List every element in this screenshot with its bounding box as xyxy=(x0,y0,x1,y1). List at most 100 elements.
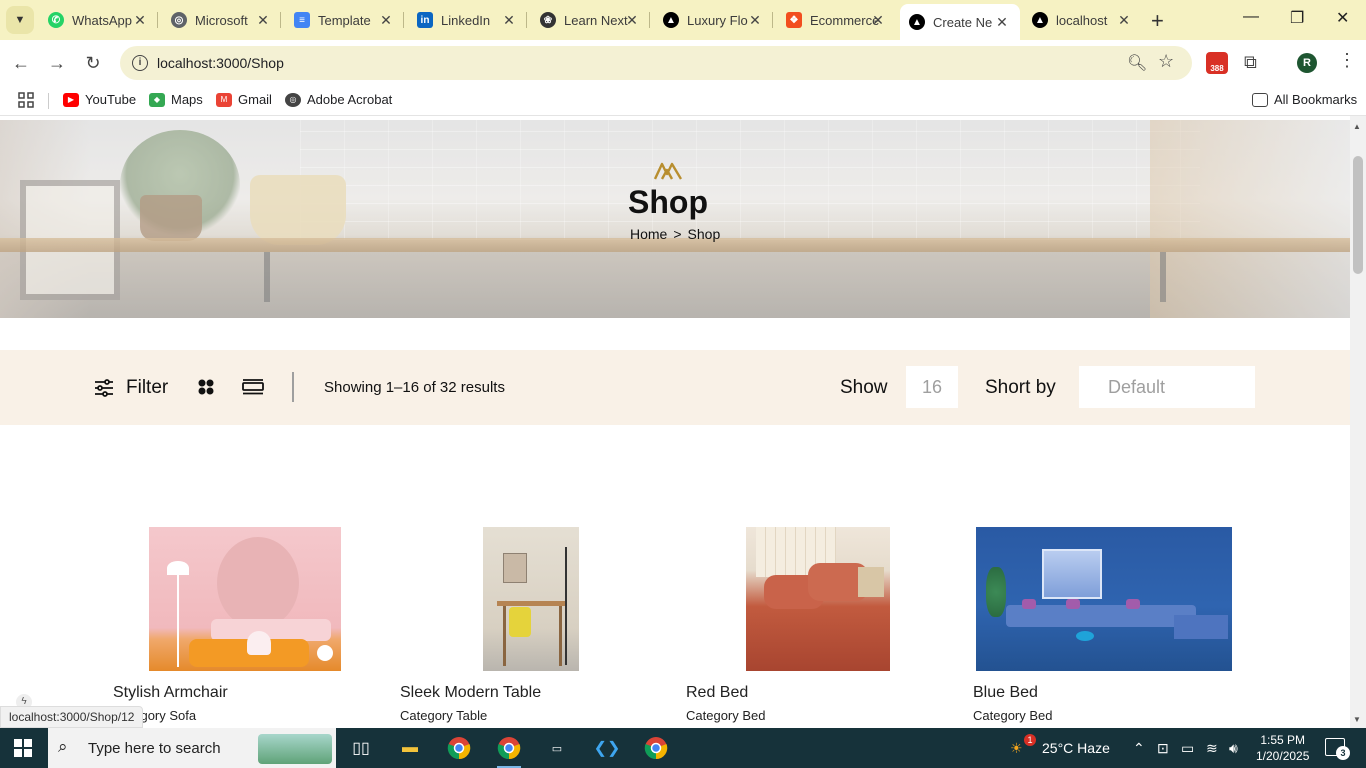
tab-luxury-flo[interactable]: ▲ Luxury Flo ✕ xyxy=(663,6,763,34)
page-scrollbar[interactable]: ▲ ▼ xyxy=(1350,116,1366,728)
volume-icon[interactable]: 🔊︎ xyxy=(1229,740,1238,757)
close-tab-icon[interactable]: ✕ xyxy=(747,12,763,28)
lamp-stand-shape xyxy=(177,575,179,667)
tab-ecommerce[interactable]: ❖ Ecommerce ✕ xyxy=(786,6,886,34)
chrome-profile-logo-svg xyxy=(497,737,521,760)
battery-icon[interactable]: ▭ xyxy=(1181,740,1194,757)
close-window-icon[interactable]: ✕ xyxy=(1336,8,1349,28)
terminal-icon[interactable]: ▭ xyxy=(543,734,571,762)
tab-whatsapp[interactable]: ✆ WhatsApp ✕ xyxy=(48,6,148,34)
close-tab-icon[interactable]: ✕ xyxy=(501,12,517,28)
tab-separator xyxy=(280,12,281,28)
close-tab-icon[interactable]: ✕ xyxy=(870,12,886,28)
bookmark-gmail[interactable]: M Gmail xyxy=(216,92,272,107)
bookmark-youtube[interactable]: ▶ YouTube xyxy=(63,92,136,107)
wifi-icon[interactable]: ≋ xyxy=(1206,740,1218,757)
close-tab-icon[interactable]: ✕ xyxy=(624,12,640,28)
back-arrow-icon[interactable]: ← xyxy=(8,50,34,76)
site-info-icon[interactable]: i xyxy=(132,55,148,71)
bookmark-star-icon[interactable]: ☆ xyxy=(1158,51,1174,72)
minimize-icon[interactable]: — xyxy=(1243,8,1259,26)
bookmark-adobe-acrobat[interactable]: ◎ Adobe Acrobat xyxy=(285,92,392,107)
cushion-shape xyxy=(1126,599,1140,609)
youtube-icon: ▶ xyxy=(63,92,79,107)
tab-create-next-active[interactable]: ▲ Create Ne ✕ xyxy=(900,4,1020,40)
taskbar-clock[interactable]: 1:55 PM 1/20/2025 xyxy=(1256,732,1309,764)
scroll-down-arrow-icon[interactable]: ▼ xyxy=(1353,715,1361,724)
product-name[interactable]: Blue Bed xyxy=(973,684,1038,702)
close-tab-icon[interactable]: ✕ xyxy=(132,12,148,28)
breadcrumb-home[interactable]: Home xyxy=(630,226,667,242)
tab-localhost[interactable]: ▲ localhost ✕ xyxy=(1032,6,1132,34)
vscode-icon[interactable]: ❮❯ xyxy=(593,734,621,762)
chrome-icon[interactable] xyxy=(445,734,473,762)
list-view-icon[interactable] xyxy=(242,379,264,395)
scroll-up-arrow-icon[interactable]: ▲ xyxy=(1353,122,1361,131)
filter-bar: Filter Showing 1–16 of 32 results Show S… xyxy=(0,350,1350,425)
taskbar-search-box[interactable]: ⌕ Type here to search xyxy=(48,728,336,768)
desk-leg-shape xyxy=(503,606,506,666)
grid-view-icon[interactable] xyxy=(198,379,214,395)
address-bar[interactable]: i localhost:3000/Shop 🔍︎ ☆ xyxy=(120,46,1192,80)
vercel-icon: ▲ xyxy=(663,12,679,28)
product-name[interactable]: Sleek Modern Table xyxy=(400,684,541,702)
profile-avatar[interactable]: R xyxy=(1297,53,1317,73)
product-category: Category Bed xyxy=(973,708,1053,723)
cushion-shape xyxy=(1066,599,1080,609)
close-tab-icon[interactable]: ✕ xyxy=(994,14,1010,30)
filter-divider xyxy=(292,372,294,402)
close-tab-icon[interactable]: ✕ xyxy=(378,12,394,28)
product-category: Category Table xyxy=(400,708,488,723)
new-tab-plus-icon[interactable]: + xyxy=(1151,8,1164,34)
meet-now-icon[interactable]: ⊡ xyxy=(1157,740,1169,757)
product-image[interactable] xyxy=(149,527,341,671)
cabinet-shape xyxy=(1174,615,1228,639)
weather-text[interactable]: 25°C Haze xyxy=(1042,740,1110,756)
tab-separator xyxy=(403,12,404,28)
zoom-magnifier-icon[interactable]: 🔍︎ xyxy=(1127,53,1147,73)
page-title: Shop xyxy=(628,184,708,220)
taskbar-search-placeholder: Type here to search xyxy=(88,740,221,757)
extensions-puzzle-icon[interactable]: ⧉ xyxy=(1244,52,1257,73)
windows-start-icon[interactable] xyxy=(14,739,32,757)
task-view-icon[interactable]: ▯▯ xyxy=(347,734,375,762)
reload-icon[interactable]: ↻ xyxy=(80,50,106,76)
ball-shape xyxy=(317,645,333,661)
forward-arrow-icon[interactable]: → xyxy=(44,50,70,76)
product-name[interactable]: Stylish Armchair xyxy=(113,684,228,702)
weather-icon[interactable]: ☀ xyxy=(1010,740,1023,757)
close-tab-icon[interactable]: ✕ xyxy=(1116,12,1132,28)
globe-icon: ◎ xyxy=(285,92,301,107)
restore-icon[interactable]: ❐ xyxy=(1290,8,1304,28)
armchair-arch-shape xyxy=(217,537,299,629)
all-bookmarks[interactable]: All Bookmarks xyxy=(1252,92,1357,107)
whatsapp-icon: ✆ xyxy=(48,12,64,28)
tab-learn-next[interactable]: ❀ Learn Next ✕ xyxy=(540,6,640,34)
close-tab-icon[interactable]: ✕ xyxy=(255,12,271,28)
scroll-thumb[interactable] xyxy=(1353,156,1363,274)
tab-search-button[interactable]: ▼ xyxy=(6,6,34,34)
bookmark-maps[interactable]: ◆ Maps xyxy=(149,92,203,107)
tab-template[interactable]: ≡ Template ✕ xyxy=(294,6,394,34)
sort-select[interactable]: Default xyxy=(1079,366,1255,408)
stool-shape xyxy=(247,631,271,655)
apps-grid-icon[interactable] xyxy=(18,92,34,108)
chrome-alt-icon[interactable] xyxy=(642,734,670,762)
product-name[interactable]: Red Bed xyxy=(686,684,748,702)
file-explorer-icon[interactable]: ▬ xyxy=(396,734,424,762)
url-text[interactable]: localhost:3000/Shop xyxy=(157,55,284,71)
tab-linkedin[interactable]: in LinkedIn ✕ xyxy=(417,6,517,34)
filter-sliders-icon[interactable] xyxy=(94,379,114,397)
product-image[interactable] xyxy=(746,527,890,671)
product-image[interactable] xyxy=(483,527,579,671)
filter-button[interactable]: Filter xyxy=(126,377,168,399)
extension-badge-icon[interactable]: 388 xyxy=(1206,52,1228,74)
show-count-input[interactable] xyxy=(906,366,958,408)
product-image[interactable] xyxy=(976,527,1232,671)
chrome-profile-icon[interactable] xyxy=(495,734,523,768)
tab-microsoft[interactable]: ◎ Microsoft ✕ xyxy=(171,6,271,34)
results-count: Showing 1–16 of 32 results xyxy=(324,379,505,396)
chevron-up-icon[interactable]: ⌃ xyxy=(1133,740,1145,757)
browser-menu-icon[interactable]: ⋮ xyxy=(1338,50,1356,71)
web-page: Shop Home > Shop Filter Showing 1–16 of … xyxy=(0,116,1366,728)
